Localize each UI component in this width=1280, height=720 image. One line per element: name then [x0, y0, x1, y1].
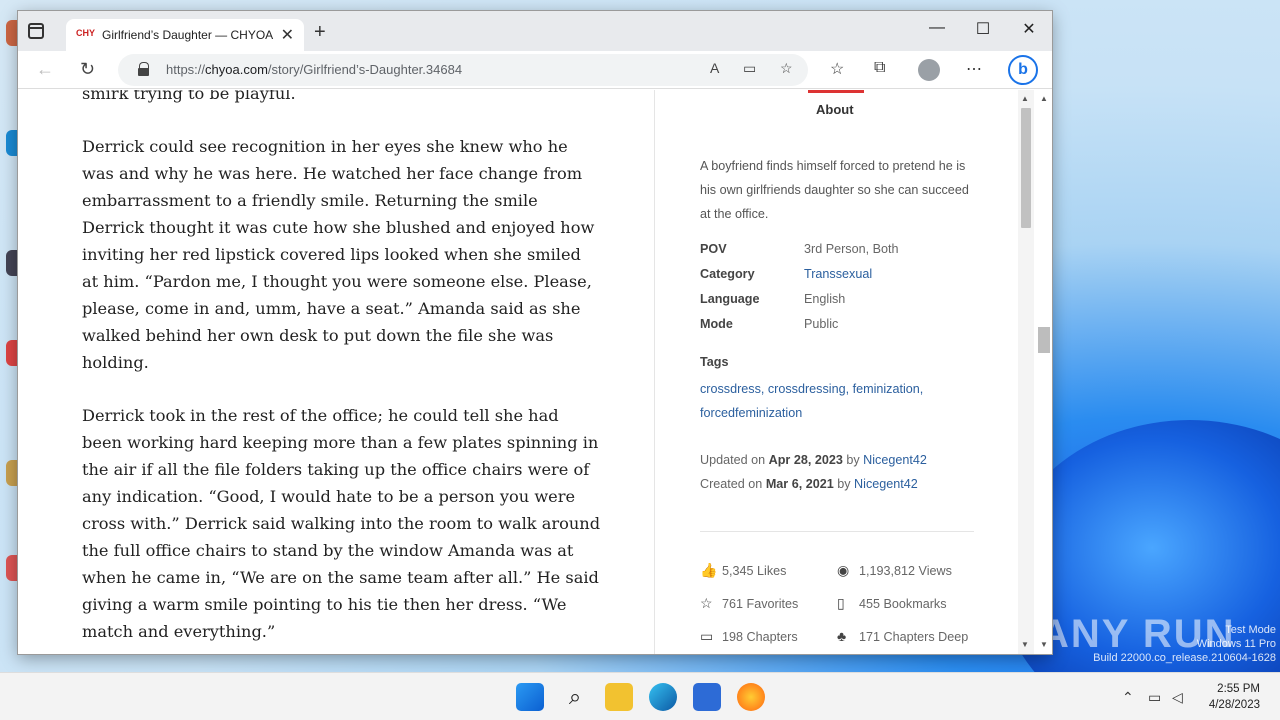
meta-key: Language — [700, 292, 760, 306]
story-paragraph: Derrick could see recognition in her eye… — [82, 137, 595, 372]
star-icon: ☆ — [700, 595, 713, 611]
firefox-icon[interactable] — [737, 683, 765, 711]
maximize-icon[interactable]: ☐ — [960, 19, 1006, 39]
search-icon[interactable]: ⌕ — [561, 683, 589, 711]
store-icon[interactable] — [693, 683, 721, 711]
updated-line: Updated on Apr 28, 2023 by Nicegent42 — [700, 453, 927, 467]
volume-icon[interactable]: ◁ — [1172, 689, 1183, 706]
page-scrollbar[interactable]: ▲ ▼ — [1038, 90, 1052, 654]
page-scroll-thumb[interactable] — [1038, 327, 1050, 353]
bing-chat-icon[interactable]: b — [1008, 55, 1038, 85]
taskbar: ⌕ ⌃ ▭ ◁ 2:55 PM 4/28/2023 — [0, 672, 1280, 720]
created-author-link[interactable]: Nicegent42 — [854, 477, 918, 491]
meta-key: Mode — [700, 317, 733, 331]
tags-heading: Tags — [700, 355, 729, 369]
tab-actions-icon[interactable] — [28, 23, 44, 39]
page-scroll-up-icon[interactable]: ▲ — [1040, 94, 1048, 103]
created-line: Created on Mar 6, 2021 by Nicegent42 — [700, 477, 918, 491]
stats-divider — [700, 531, 974, 532]
eye-icon: ◉ — [837, 562, 850, 578]
clock-time: 2:55 PM — [1217, 683, 1260, 695]
close-window-icon[interactable]: ✕ — [1006, 19, 1052, 39]
category-link[interactable]: Transsexual — [804, 267, 872, 281]
collections-icon[interactable]: ⧉ — [874, 59, 885, 77]
clock[interactable]: 2:55 PM 4/28/2023 — [1209, 681, 1260, 713]
url-text[interactable]: https://chyoa.com/story/Girlfriend’s-Dau… — [166, 62, 462, 77]
thumbs-up-icon: 👍 — [700, 562, 718, 578]
tab-active[interactable]: CHY Girlfriend’s Daughter — CHYOA ✕ — [66, 19, 304, 51]
tab-about[interactable]: About — [816, 102, 854, 117]
address-bar[interactable]: https://chyoa.com/story/Girlfriend’s-Dau… — [118, 54, 808, 86]
updated-author-link[interactable]: Nicegent42 — [863, 453, 927, 467]
site-favicon-icon: CHY — [76, 28, 96, 38]
stat-favorites[interactable]: ☆ 761 Favorites — [700, 595, 798, 612]
story-paragraph: Derrick took in the rest of the office; … — [82, 406, 601, 641]
minimize-icon[interactable]: — — [914, 19, 960, 37]
anyrun-watermark: ANY RUN Test Mode Windows 11 Pro Build 2… — [1040, 610, 1280, 670]
meta-value: 3rd Person, Both — [804, 242, 899, 256]
tab-close-icon[interactable]: ✕ — [281, 25, 294, 45]
back-icon[interactable]: ← — [36, 59, 54, 80]
read-aloud-icon[interactable]: A — [710, 60, 719, 76]
watermark-build: Build 22000.co_release.210604-1628 — [1093, 652, 1276, 664]
meta-key: Category — [700, 267, 755, 281]
scroll-down-icon[interactable]: ▼ — [1021, 640, 1029, 649]
stat-bookmarks[interactable]: ▯ 455 Bookmarks — [837, 595, 947, 612]
stat-chapters: ▭ 198 Chapters — [700, 628, 798, 644]
stat-views: ◉ 1,193,812 Views — [837, 562, 952, 578]
story-description: A boyfriend finds himself forced to pret… — [700, 159, 969, 221]
clock-date: 4/28/2023 — [1208, 699, 1260, 711]
meta-value: Public — [804, 317, 839, 331]
stat-likes[interactable]: 👍 5,345 Likes — [700, 562, 786, 579]
sidebar-scroll-thumb[interactable] — [1021, 108, 1031, 228]
tab-strip: CHY Girlfriend’s Daughter — CHYOA ✕ + — … — [18, 11, 1052, 51]
tags-links[interactable]: crossdress, crossdressing, feminization,… — [700, 377, 970, 425]
book-icon: ▭ — [700, 628, 714, 644]
chevron-up-icon[interactable]: ⌃ — [1122, 689, 1134, 706]
bookmark-icon: ▯ — [837, 595, 845, 611]
refresh-icon[interactable]: ↻ — [80, 59, 95, 80]
page-content: smirk trying to be playful. Derrick coul… — [18, 90, 1052, 654]
tab-title: Girlfriend’s Daughter — CHYOA — [102, 28, 274, 42]
watermark-logo: ANY RUN — [1040, 612, 1236, 656]
scroll-up-icon[interactable]: ▲ — [1021, 94, 1029, 103]
favorites-icon[interactable]: ☆ — [830, 59, 844, 79]
new-tab-icon[interactable]: + — [314, 21, 326, 44]
meta-key: POV — [700, 242, 727, 256]
more-menu-icon[interactable]: ⋯ — [966, 59, 982, 79]
stat-depth: ♣ 171 Chapters Deep — [837, 628, 969, 644]
start-icon[interactable] — [516, 683, 544, 711]
story-text: smirk trying to be playful. Derrick coul… — [82, 90, 602, 654]
file-explorer-icon[interactable] — [605, 683, 633, 711]
network-icon[interactable]: ▭ — [1148, 689, 1161, 706]
about-tab-indicator — [808, 90, 864, 93]
lock-icon[interactable] — [138, 62, 149, 76]
profile-avatar[interactable] — [918, 59, 940, 81]
column-divider — [654, 90, 655, 654]
watermark-mode: Test Mode — [1225, 624, 1276, 636]
page-scroll-down-icon[interactable]: ▼ — [1040, 640, 1048, 649]
tree-icon: ♣ — [837, 628, 847, 644]
watermark-os: Windows 11 Pro — [1196, 638, 1276, 650]
sidebar-scrollbar[interactable]: ▲ ▼ — [1018, 90, 1034, 654]
edge-taskbar-icon[interactable] — [649, 683, 677, 711]
story-paragraph: smirk trying to be playful. — [82, 90, 296, 103]
browser-toolbar: ← ↻ https://chyoa.com/story/Girlfriend’s… — [18, 51, 1052, 89]
meta-value: English — [804, 292, 846, 306]
add-favorite-icon[interactable]: ☆ — [780, 60, 793, 77]
browser-window: CHY Girlfriend’s Daughter — CHYOA ✕ + — … — [18, 11, 1052, 654]
immersive-reader-icon[interactable]: ▭ — [743, 60, 756, 77]
